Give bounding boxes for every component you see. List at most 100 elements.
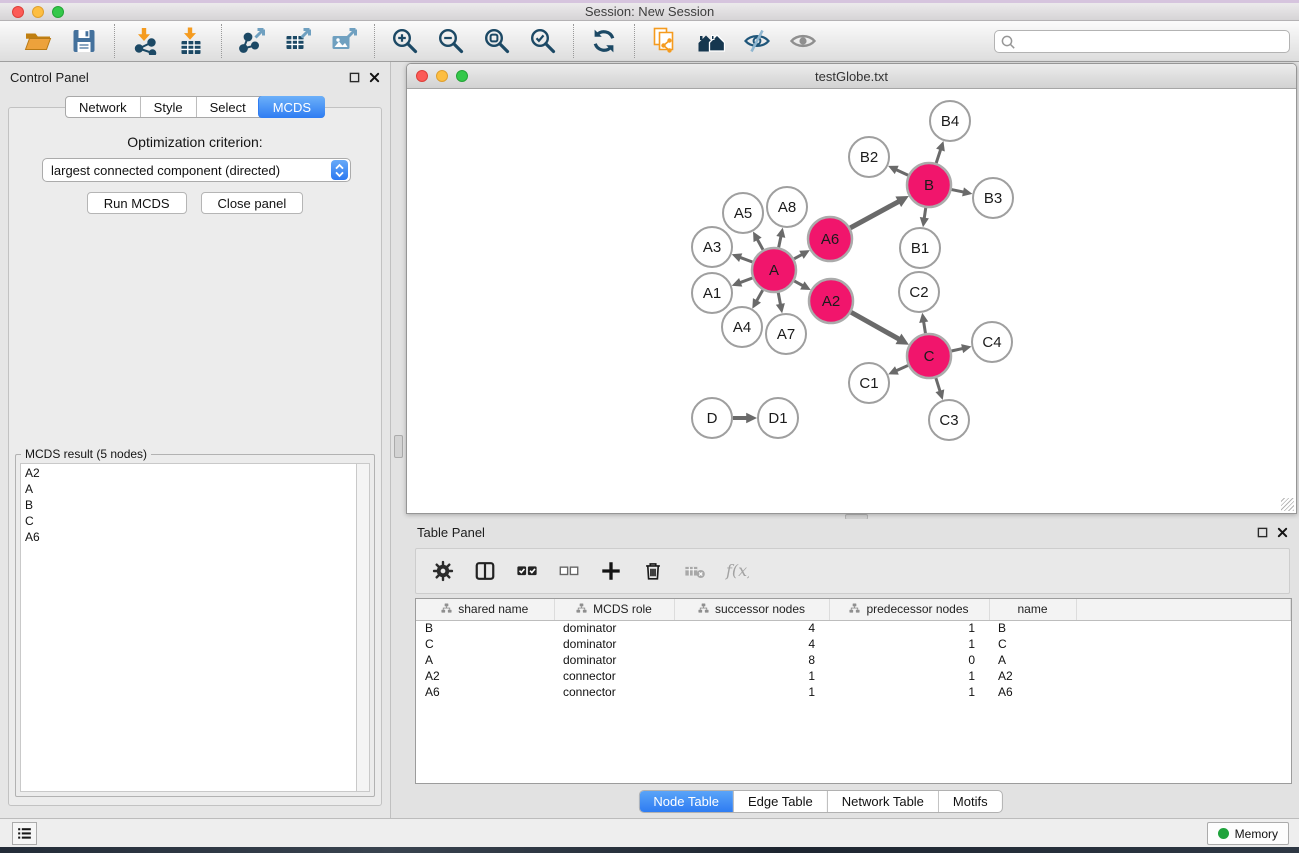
task-history-button[interactable] xyxy=(12,822,37,845)
select-all-columns-button[interactable] xyxy=(514,558,540,584)
tab-edge-table[interactable]: Edge Table xyxy=(733,791,827,812)
table-cell[interactable]: 1 xyxy=(829,684,989,700)
close-panel-icon[interactable] xyxy=(369,72,380,83)
result-scrollbar[interactable] xyxy=(356,464,369,791)
table-cell[interactable]: A2 xyxy=(989,668,1076,684)
show-columns-button[interactable] xyxy=(472,558,498,584)
column-header-mcds-role[interactable]: MCDS role xyxy=(554,599,674,620)
table-cell[interactable]: A xyxy=(416,652,554,668)
graph-edge-A2-C[interactable] xyxy=(851,312,900,340)
hide-graphics-details-button[interactable] xyxy=(741,25,773,57)
main-toolbar xyxy=(0,21,1299,62)
table-cell[interactable]: 1 xyxy=(829,636,989,652)
graph-arrowhead-C-C4 xyxy=(961,344,971,353)
table-cell[interactable]: B xyxy=(416,620,554,636)
table-cell[interactable]: C xyxy=(416,636,554,652)
save-session-button[interactable] xyxy=(68,25,100,57)
export-table-button[interactable] xyxy=(282,25,314,57)
show-graphics-details-button[interactable] xyxy=(787,25,819,57)
graph-edge-C-C1[interactable] xyxy=(895,365,908,371)
tab-motifs[interactable]: Motifs xyxy=(938,791,1002,812)
graph-edge-A-A3[interactable] xyxy=(739,257,753,262)
close-panel-button[interactable]: Close panel xyxy=(201,192,304,214)
tab-select[interactable]: Select xyxy=(196,97,259,117)
graph-edge-C-C3[interactable] xyxy=(936,378,941,393)
resize-grip[interactable] xyxy=(1281,498,1294,511)
table-cell[interactable]: 1 xyxy=(674,668,829,684)
network-window-titlebar[interactable]: testGlobe.txt xyxy=(407,64,1296,89)
table-cell[interactable]: A6 xyxy=(416,684,554,700)
table-cell[interactable]: dominator xyxy=(554,620,674,636)
criterion-dropdown[interactable]: largest connected component (directed) xyxy=(42,158,351,182)
tab-network-table[interactable]: Network Table xyxy=(827,791,938,812)
table-cell[interactable]: B xyxy=(989,620,1076,636)
vertical-splitter-handle[interactable] xyxy=(394,435,403,458)
table-cell-filler xyxy=(1076,652,1291,668)
column-header-successor-nodes[interactable]: successor nodes xyxy=(674,599,829,620)
zoom-selected-button[interactable] xyxy=(527,25,559,57)
deselect-all-columns-button[interactable] xyxy=(556,558,582,584)
export-image-button[interactable] xyxy=(328,25,360,57)
import-table-button[interactable] xyxy=(175,25,207,57)
table-cell[interactable]: C xyxy=(989,636,1076,652)
import-network-button[interactable] xyxy=(129,25,161,57)
table-cell[interactable]: connector xyxy=(554,684,674,700)
table-cell[interactable]: A6 xyxy=(989,684,1076,700)
graph-edge-A-A1[interactable] xyxy=(739,278,753,283)
network-from-file-button[interactable] xyxy=(649,25,681,57)
table-cell[interactable]: dominator xyxy=(554,636,674,652)
open-session-button[interactable] xyxy=(22,25,54,57)
graph-edge-B-B2[interactable] xyxy=(895,169,908,175)
tab-mcds[interactable]: MCDS xyxy=(258,96,325,118)
delete-columns-button[interactable] xyxy=(640,558,666,584)
result-list-item[interactable]: B xyxy=(21,497,355,513)
graph-edge-A6-B[interactable] xyxy=(850,201,900,228)
table-cell[interactable]: 8 xyxy=(674,652,829,668)
float-panel-icon[interactable] xyxy=(1257,527,1268,538)
close-panel-icon[interactable] xyxy=(1277,527,1288,538)
table-cell[interactable]: 4 xyxy=(674,620,829,636)
table-cell[interactable]: A xyxy=(989,652,1076,668)
result-list-item[interactable]: C xyxy=(21,513,355,529)
tab-node-table[interactable]: Node Table xyxy=(639,791,733,812)
graph-node-label-C: C xyxy=(924,348,935,365)
column-header-shared-name[interactable]: shared name xyxy=(416,599,554,620)
table-cell[interactable]: A2 xyxy=(416,668,554,684)
refresh-layout-button[interactable] xyxy=(588,25,620,57)
graph-edge-A-A7[interactable] xyxy=(778,293,780,306)
tab-style[interactable]: Style xyxy=(140,97,196,117)
memory-button[interactable]: Memory xyxy=(1207,822,1289,845)
table-cell[interactable]: 0 xyxy=(829,652,989,668)
table-cell[interactable]: 4 xyxy=(674,636,829,652)
table-cell[interactable]: connector xyxy=(554,668,674,684)
zoom-fit-button[interactable] xyxy=(481,25,513,57)
export-network-button[interactable] xyxy=(236,25,268,57)
search-input[interactable] xyxy=(1016,31,1289,52)
mcds-buttons-row: Run MCDS Close panel xyxy=(9,192,381,214)
graph-edge-B-B3[interactable] xyxy=(952,190,965,193)
tab-network[interactable]: Network xyxy=(66,97,140,117)
column-header-predecessor-nodes[interactable]: predecessor nodes xyxy=(829,599,989,620)
result-list-item[interactable]: A xyxy=(21,481,355,497)
float-panel-icon[interactable] xyxy=(349,72,360,83)
graph-edge-A-A4[interactable] xyxy=(756,290,763,302)
table-cell[interactable]: dominator xyxy=(554,652,674,668)
home-view-button[interactable] xyxy=(695,25,727,57)
table-cell[interactable]: 1 xyxy=(674,684,829,700)
search-box[interactable] xyxy=(994,30,1290,53)
table-options-button[interactable] xyxy=(430,558,456,584)
graph-node-label-B2: B2 xyxy=(860,149,878,166)
graph-node-label-A1: A1 xyxy=(703,285,721,302)
zoom-in-button[interactable] xyxy=(389,25,421,57)
graph-edge-B-B4[interactable] xyxy=(936,148,941,163)
run-mcds-button[interactable]: Run MCDS xyxy=(87,192,187,214)
result-list-item[interactable]: A6 xyxy=(21,529,355,545)
column-header-name[interactable]: name xyxy=(989,599,1076,620)
result-list-item[interactable]: A2 xyxy=(21,465,355,481)
zoom-out-button[interactable] xyxy=(435,25,467,57)
deselect-all-columns-icon xyxy=(558,560,580,582)
create-column-button[interactable] xyxy=(598,558,624,584)
table-cell[interactable]: 1 xyxy=(829,620,989,636)
network-canvas[interactable]: AA1A2A3A4A5A6A7A8BB1B2B3B4CC1C2C3C4DD1 xyxy=(407,89,1296,513)
table-cell[interactable]: 1 xyxy=(829,668,989,684)
